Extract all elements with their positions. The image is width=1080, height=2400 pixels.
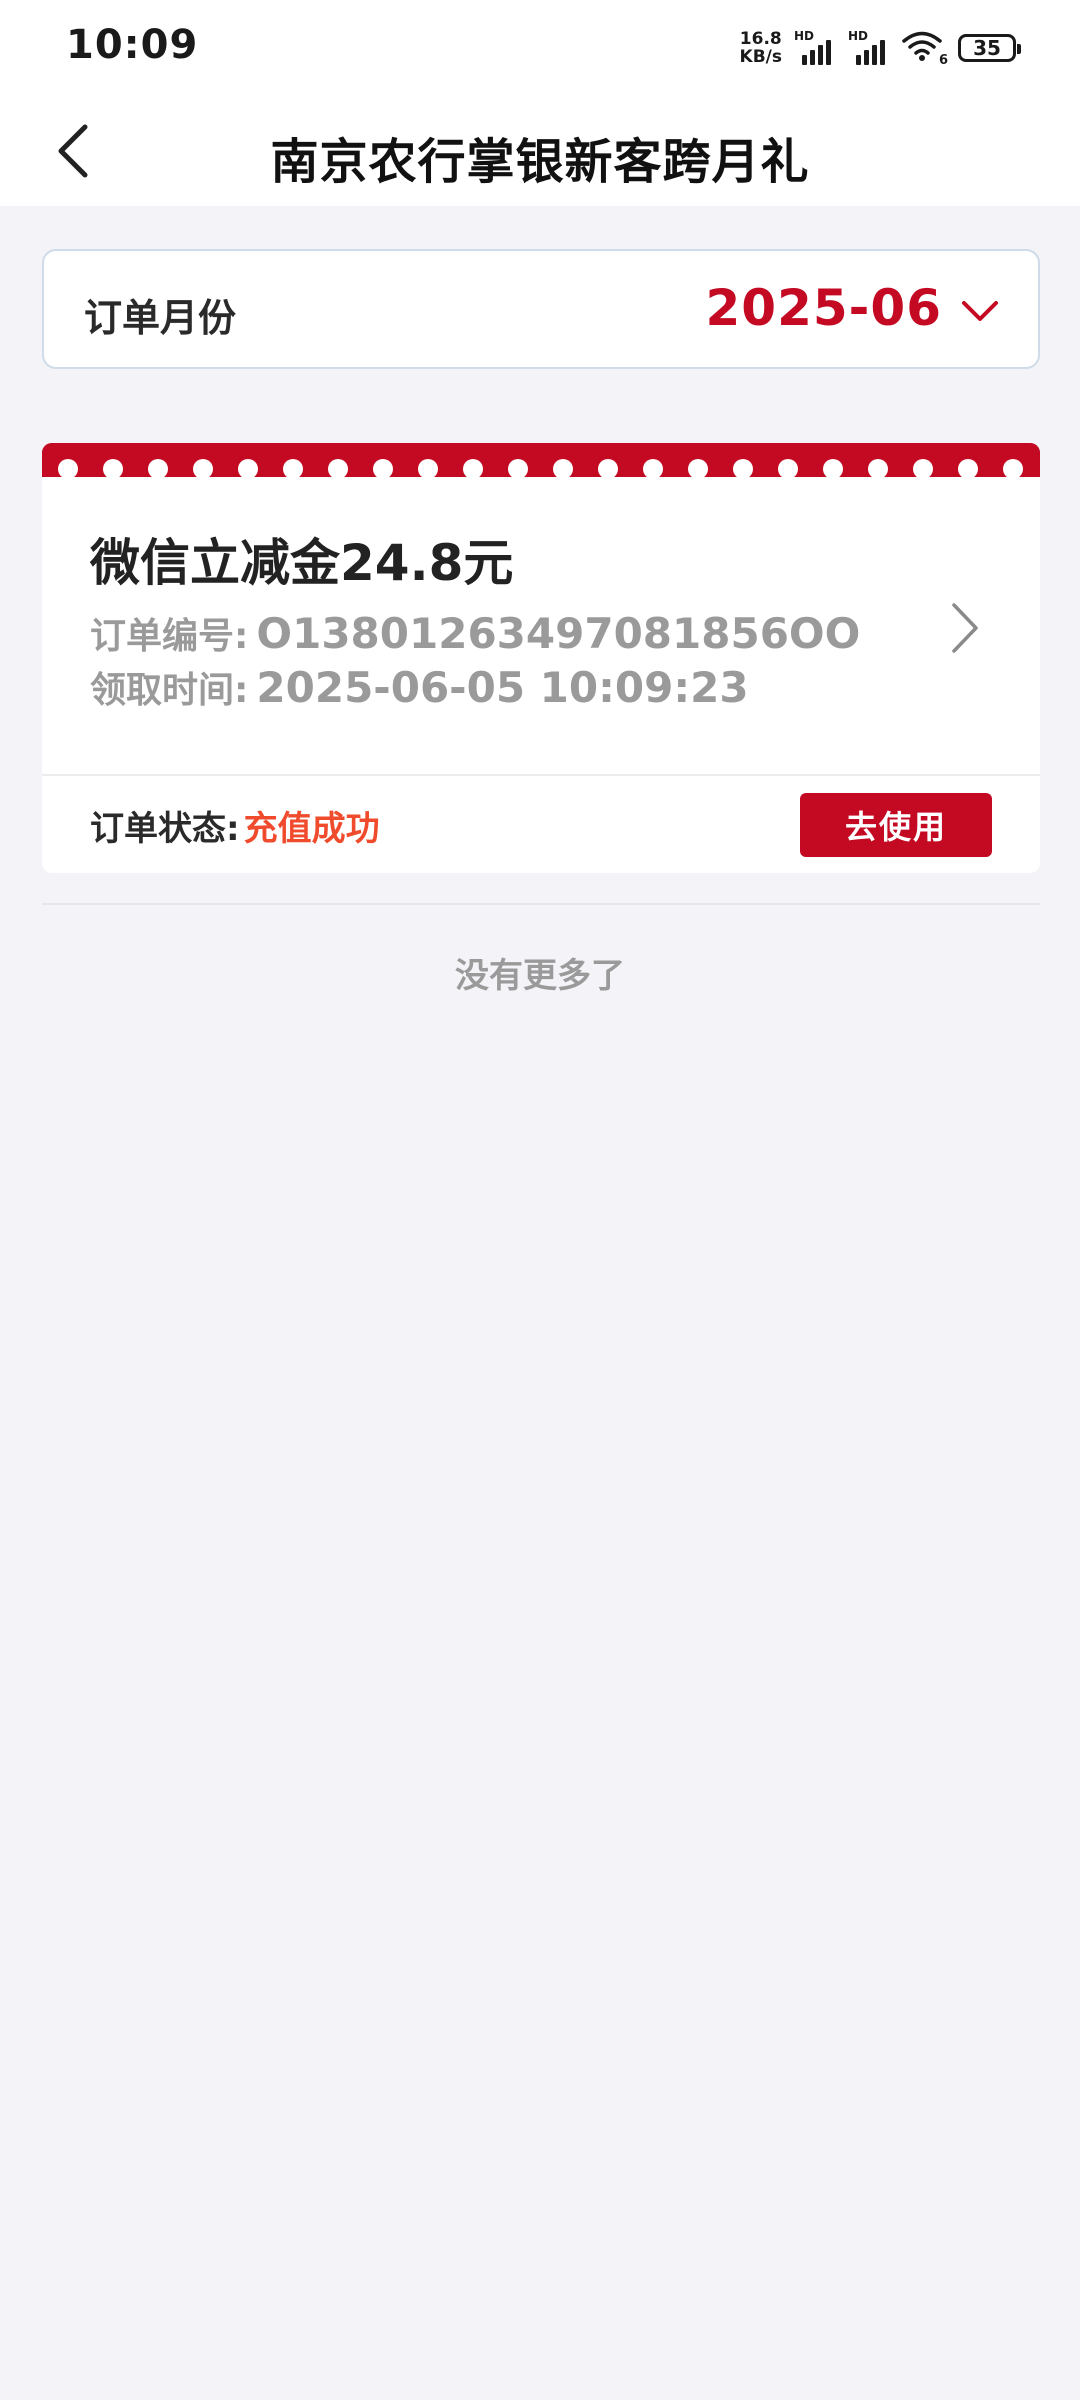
page-header: 南京农行掌银新客跨月礼	[0, 96, 1080, 206]
month-label: 订单月份	[84, 296, 237, 340]
order-detail-link[interactable]: 微信立减金24.8元 订单编号: O13801263497081856OO 领取时…	[42, 477, 1040, 774]
chevron-down-icon	[962, 301, 998, 321]
scalloped-ribbon	[42, 443, 1040, 477]
claim-time-label: 领取时间:	[90, 670, 249, 711]
wifi-icon: 6	[902, 30, 948, 68]
battery-icon: 35	[958, 34, 1021, 62]
status-time: 10:09	[66, 22, 199, 68]
order-card: 微信立减金24.8元 订单编号: O13801263497081856OO 领取时…	[42, 443, 1040, 873]
network-speed-unit: KB/s	[739, 47, 782, 67]
sim2-hd-label: HD	[848, 29, 869, 43]
use-button[interactable]: 去使用	[800, 793, 992, 857]
order-number-row: 订单编号: O13801263497081856OO	[90, 607, 860, 659]
signal-icon: HD	[794, 29, 836, 65]
month-selector[interactable]: 订单月份 2025-06	[42, 249, 1040, 369]
order-status: 订单状态: 充值成功	[90, 801, 380, 850]
month-value: 2025-06	[705, 279, 942, 337]
order-status-label: 订单状态:	[90, 809, 240, 849]
sim1-hd-label: HD	[794, 29, 815, 43]
claim-time-row: 领取时间: 2025-06-05 10:09:23	[90, 661, 749, 713]
list-divider	[42, 903, 1040, 905]
order-number-label: 订单编号:	[90, 616, 249, 657]
order-title: 微信立减金24.8元	[90, 534, 514, 592]
card-divider	[42, 774, 1040, 776]
network-speed-value: 16.8	[739, 29, 782, 49]
no-more-text: 没有更多了	[455, 956, 625, 996]
status-bar: 10:09 16.8 KB/s HD HD 6 35	[0, 0, 1080, 96]
order-number-value: O13801263497081856OO	[256, 609, 861, 658]
battery-level: 35	[973, 36, 1001, 60]
status-icons: 16.8 KB/s HD HD 6 35	[740, 26, 1021, 70]
order-status-value: 充值成功	[243, 809, 380, 849]
signal-icon: HD	[848, 29, 890, 65]
network-speed: 16.8 KB/s	[740, 30, 782, 66]
claim-time-value: 2025-06-05 10:09:23	[256, 663, 749, 712]
wifi-label: 6	[938, 53, 948, 68]
chevron-right-icon	[952, 603, 978, 653]
page-title: 南京农行掌银新客跨月礼	[270, 134, 810, 190]
